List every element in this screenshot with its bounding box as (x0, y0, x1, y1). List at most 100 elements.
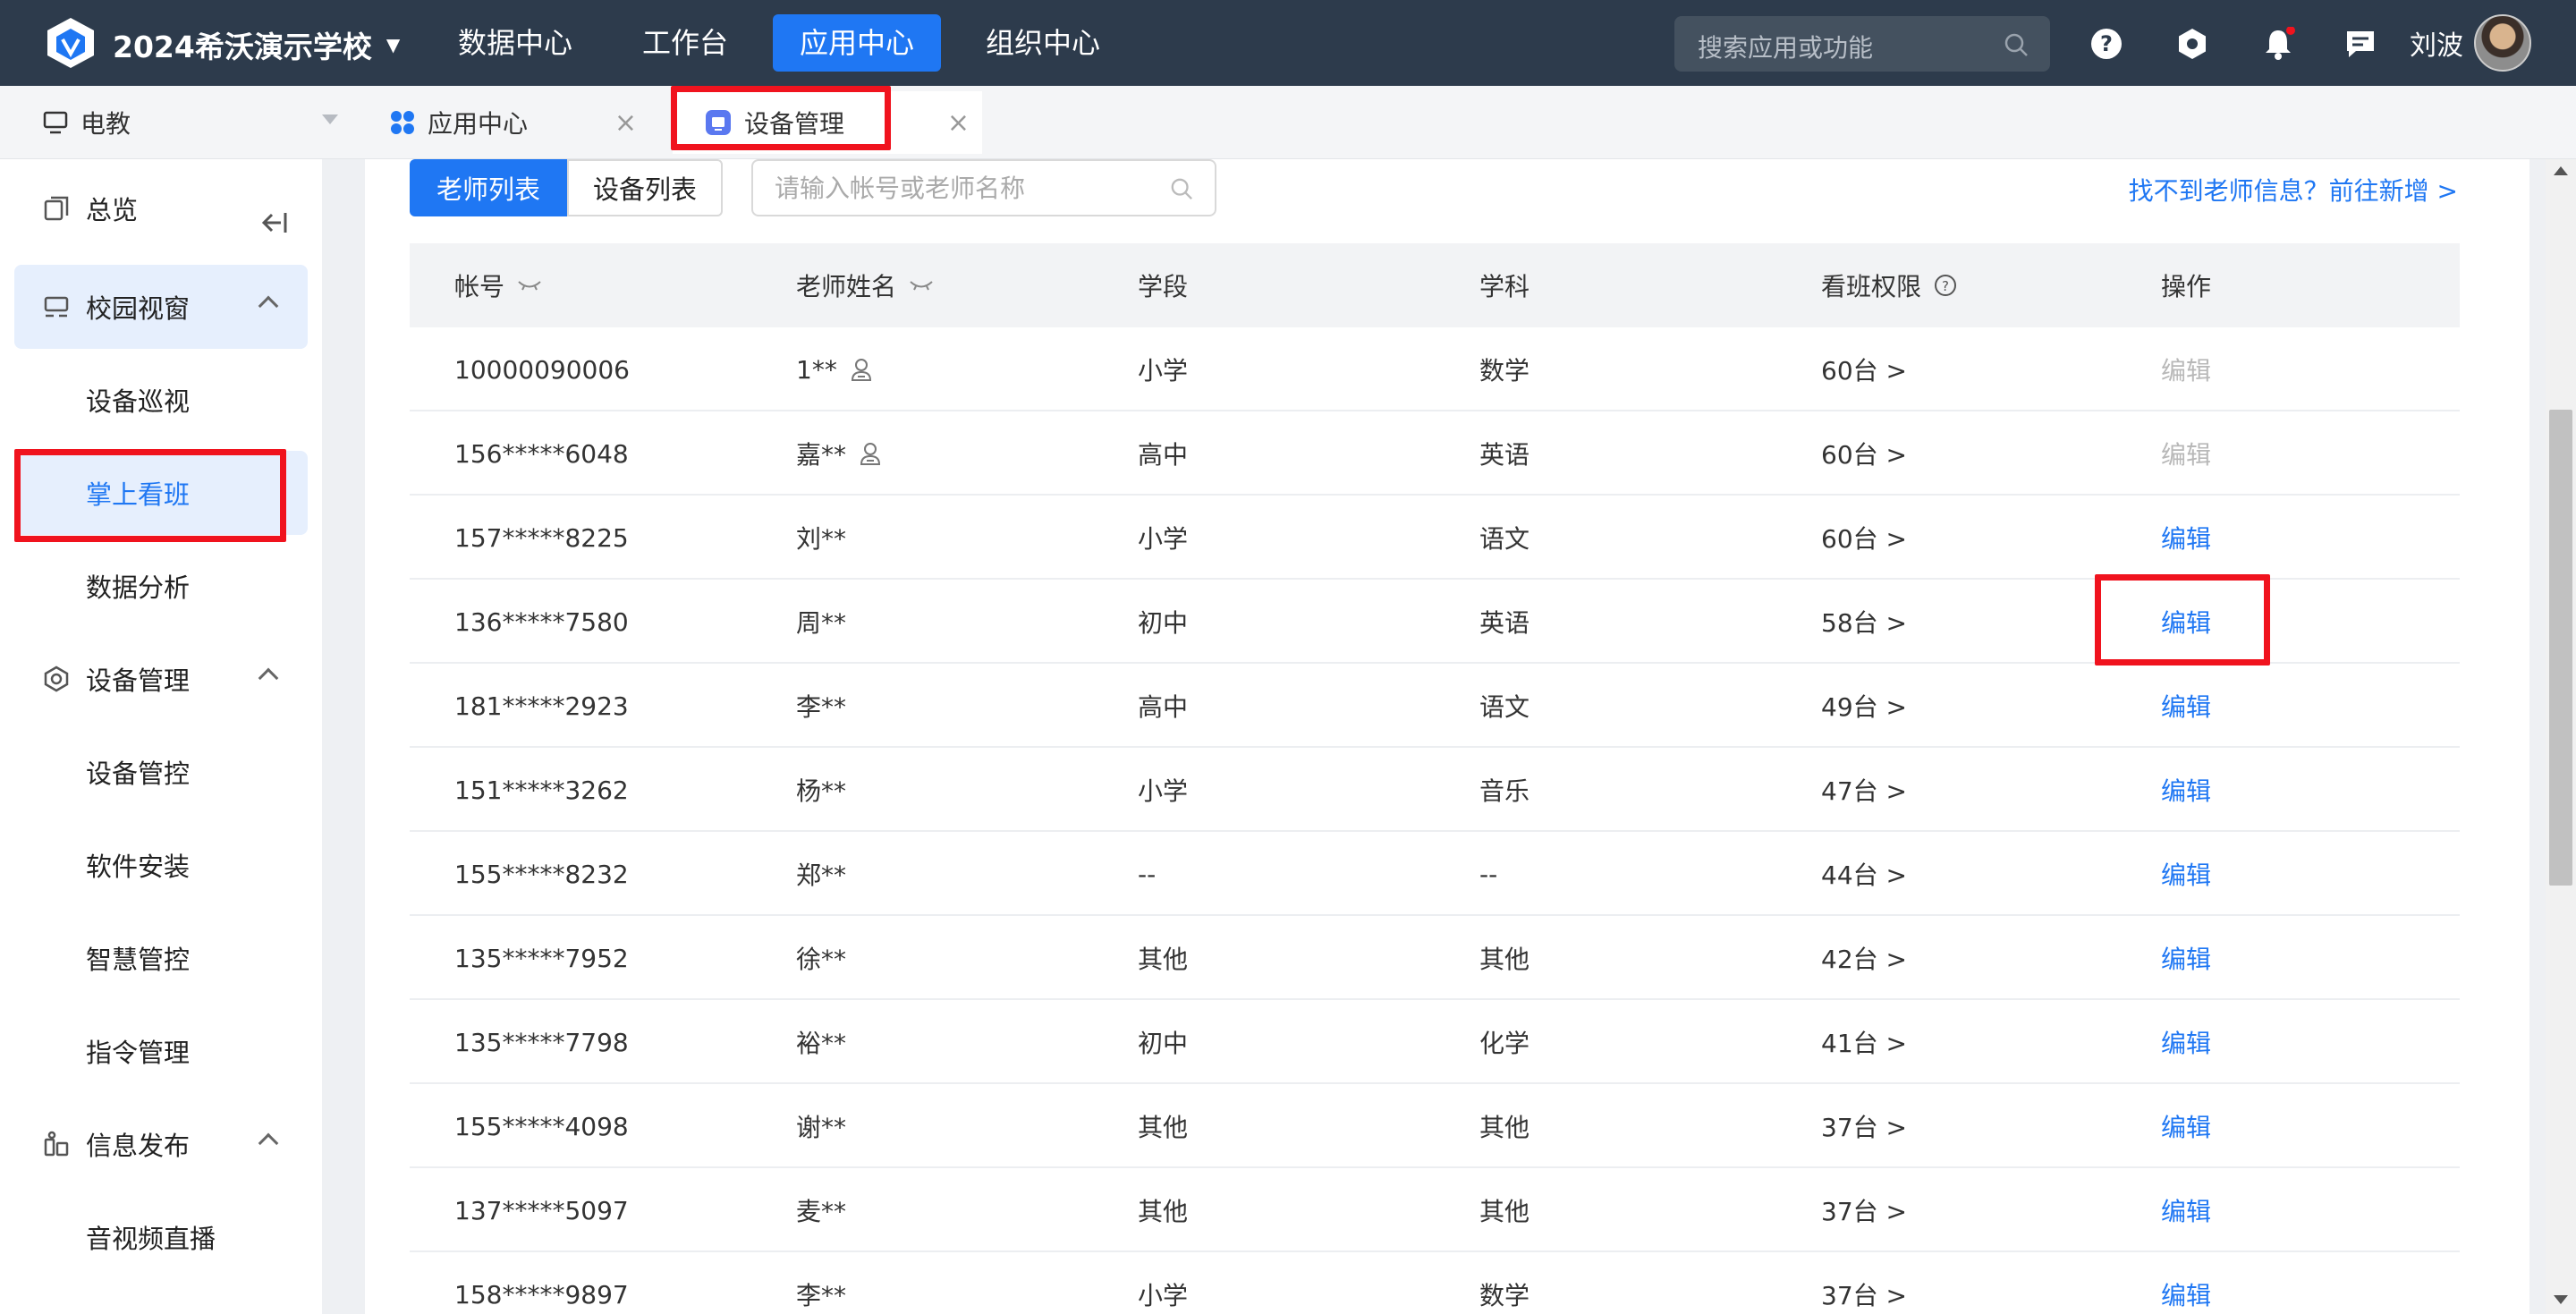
tab-org-selector[interactable]: 电教 (43, 86, 338, 159)
edit-button[interactable]: 编辑 (2161, 916, 2211, 1000)
global-search[interactable]: 搜索应用或功能 (1674, 16, 2050, 72)
class-permission-link[interactable]: 60台 > (1821, 327, 1907, 411)
avatar[interactable] (2474, 14, 2531, 72)
stage-cell: 初中 (1138, 608, 1189, 638)
teacher-name-cell: 裕** (796, 1000, 846, 1084)
account-cell: 155*****8232 (454, 859, 629, 889)
sidebar-item-software-install[interactable]: 软件安装 (14, 823, 308, 907)
teacher-table: 帐号 老师姓名 学段 学科 看班权限 ? 操作 10000090006 1** … (410, 243, 2460, 1314)
help-icon[interactable]: ? (2089, 27, 2123, 61)
class-permission-link[interactable]: 37台 > (1821, 1168, 1907, 1252)
teacher-search-field[interactable] (751, 159, 1216, 216)
sidebar-item-label: 数据分析 (86, 572, 191, 603)
class-permission-link[interactable]: 42台 > (1821, 916, 1907, 1000)
sidebar-item-command-management[interactable]: 指令管理 (14, 1009, 308, 1093)
account-cell: 157*****8225 (454, 522, 629, 553)
class-permission-link[interactable]: 44台 > (1821, 832, 1907, 916)
subject-cell: 英语 (1479, 440, 1530, 470)
search-icon (1171, 178, 1192, 199)
bell-icon[interactable] (2261, 27, 2295, 61)
scroll-down-icon[interactable] (2554, 1295, 2568, 1304)
question-circle-icon[interactable]: ? (1934, 274, 1957, 297)
scroll-up-icon[interactable] (2554, 166, 2568, 175)
add-teacher-link[interactable]: 找不到老师信息？前往新增 > (2129, 172, 2458, 208)
edit-button[interactable]: 编辑 (2161, 832, 2211, 916)
account-cell: 137*****5097 (454, 1195, 629, 1225)
class-permission-link[interactable]: 60台 > (1821, 496, 1907, 580)
header-teacher-name: 老师姓名 (796, 243, 934, 327)
sidebar-item-smart-control[interactable]: 智慧管控 (14, 916, 308, 1000)
overview-icon (44, 196, 69, 221)
collapse-sidebar-icon[interactable] (258, 209, 288, 236)
sidebar-item-label: 指令管理 (86, 1038, 191, 1068)
edit-button[interactable]: 编辑 (2161, 664, 2211, 748)
message-icon[interactable] (2343, 27, 2377, 61)
edit-button[interactable]: 编辑 (2161, 496, 2211, 580)
sidebar-item-device-patrol[interactable]: 设备巡视 (14, 358, 308, 442)
table-row: 156*****6048 嘉** 高中 英语 60台 > 编辑 (410, 411, 2460, 496)
class-permission-link[interactable]: 37台 > (1821, 1252, 1907, 1314)
stage-cell: 其他 (1138, 1113, 1189, 1142)
eye-closed-icon[interactable] (909, 279, 934, 292)
subject-cell: 数学 (1479, 1281, 1530, 1310)
sidebar-group-device-management[interactable]: 设备管理 (14, 637, 308, 721)
sidebar-item-label: 音视频直播 (86, 1224, 216, 1254)
svg-text:?: ? (1942, 278, 1949, 294)
teacher-search-input[interactable] (775, 174, 1150, 203)
eye-closed-icon[interactable] (517, 279, 542, 292)
edit-button[interactable]: 编辑 (2161, 1252, 2211, 1314)
hexagon-settings-icon[interactable] (2175, 27, 2209, 61)
subject-cell: 英语 (1479, 608, 1530, 638)
close-icon[interactable]: × (614, 107, 637, 139)
class-permission-link[interactable]: 49台 > (1821, 664, 1907, 748)
subject-cell: 数学 (1479, 356, 1530, 386)
sidebar-item-device-control[interactable]: 设备管控 (14, 730, 308, 814)
subject-cell: 其他 (1479, 945, 1530, 974)
scrollbar-thumb[interactable] (2549, 410, 2572, 886)
stage-cell: 其他 (1138, 945, 1189, 974)
tab-bar: 电教 应用中心 × 设备管理 × (0, 86, 2576, 159)
table-row: 10000090006 1** 小学 数学 60台 > 编辑 (410, 327, 2460, 411)
close-icon[interactable]: × (947, 107, 970, 139)
class-permission-link[interactable]: 60台 > (1821, 411, 1907, 496)
header-class-permission: 看班权限 ? (1821, 243, 1957, 327)
class-permission-link[interactable]: 47台 > (1821, 748, 1907, 832)
edit-button[interactable]: 编辑 (2161, 1168, 2211, 1252)
teacher-name: 郑** (796, 860, 847, 890)
table-header: 帐号 老师姓名 学段 学科 看班权限 ? 操作 (410, 243, 2460, 327)
header-label: 老师姓名 (796, 272, 897, 301)
edit-button[interactable]: 编辑 (2161, 748, 2211, 832)
edit-button[interactable]: 编辑 (2161, 1000, 2211, 1084)
sidebar-item-overview[interactable]: 总览 (14, 166, 308, 250)
tab-app-center[interactable]: 应用中心 × (390, 86, 649, 159)
sidebar-group-campus-window[interactable]: 校园视窗 (14, 265, 308, 349)
stage-cell: 其他 (1138, 1197, 1189, 1226)
teacher-name-cell: 周** (796, 580, 846, 664)
teacher-name: 徐** (796, 945, 847, 974)
sidebar-item-data-analysis[interactable]: 数据分析 (14, 544, 308, 628)
nav-data-center[interactable]: 数据中心 (431, 14, 599, 72)
nav-app-center[interactable]: 应用中心 (773, 14, 942, 72)
class-permission-link[interactable]: 37台 > (1821, 1084, 1907, 1168)
class-permission-link[interactable]: 41台 > (1821, 1000, 1907, 1084)
teacher-name: 李** (796, 1281, 847, 1310)
teacher-name: 裕** (796, 1029, 847, 1058)
sidebar-group-info-publish[interactable]: 信息发布 (14, 1102, 308, 1186)
edit-button[interactable]: 编辑 (2161, 1084, 2211, 1168)
sidebar-item-label: 设备管理 (86, 665, 191, 696)
teacher-name-cell: 谢** (796, 1084, 846, 1168)
tab-device-list[interactable]: 设备列表 (567, 159, 723, 216)
sidebar-item-av-live[interactable]: 音视频直播 (14, 1195, 308, 1279)
user-name[interactable]: 刘波 (2410, 23, 2463, 63)
sidebar-item-label: 软件安装 (86, 852, 191, 882)
school-selector[interactable]: 2024希沃演示学校 ▼ (113, 23, 400, 66)
tab-teacher-list[interactable]: 老师列表 (410, 159, 567, 216)
stage-cell: 小学 (1138, 356, 1189, 386)
teacher-name-cell: 李** (796, 664, 846, 748)
class-permission-link[interactable]: 58台 > (1821, 580, 1907, 664)
stage-cell: -- (1138, 859, 1157, 889)
table-row: 155*****4098 谢** 其他 其他 37台 > 编辑 (410, 1084, 2460, 1168)
nav-org-center[interactable]: 组织中心 (959, 14, 1127, 72)
account-cell: 136*****7580 (454, 606, 629, 637)
nav-workbench[interactable]: 工作台 (615, 14, 755, 72)
